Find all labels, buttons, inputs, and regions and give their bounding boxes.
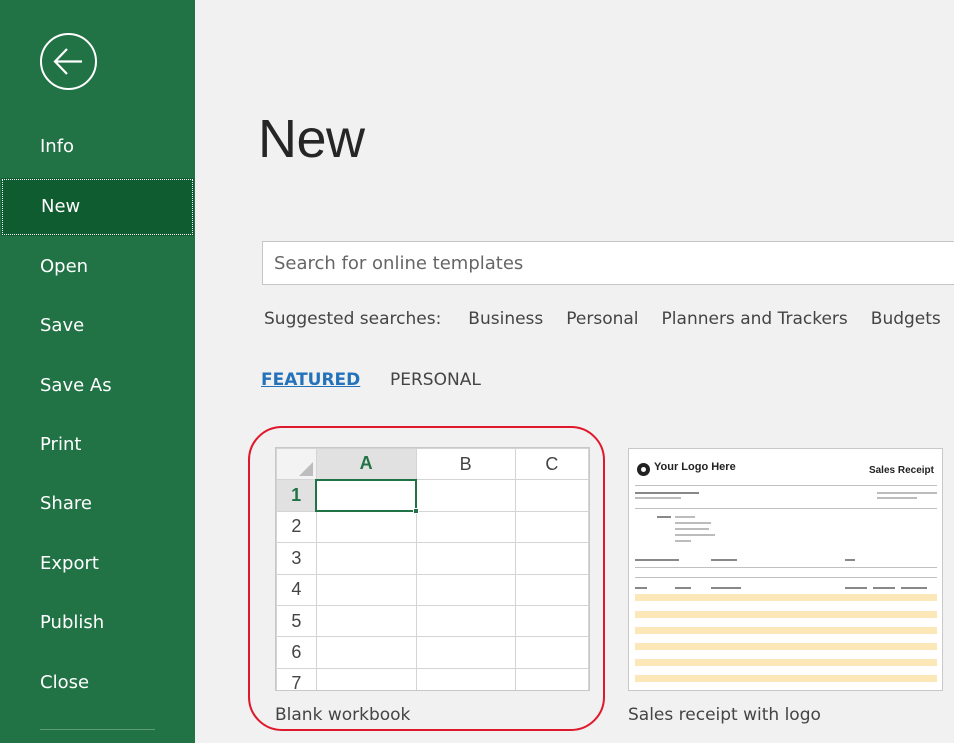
receipt-sold-to-label — [657, 516, 671, 518]
receipt-divider — [635, 485, 937, 486]
tab-featured[interactable]: FEATURED — [261, 370, 360, 390]
grid-cell — [514, 636, 589, 669]
grid-cell — [415, 636, 516, 669]
logo-icon — [637, 463, 650, 476]
grid-cell — [415, 667, 516, 690]
grid-cell — [315, 573, 417, 606]
suggested-link-budgets[interactable]: Budgets — [871, 309, 941, 329]
back-arrow-icon — [53, 48, 82, 75]
receipt-item-header — [675, 587, 691, 589]
receipt-line-total-header — [901, 587, 927, 589]
suggested-link-personal[interactable]: Personal — [566, 309, 638, 329]
column-header-a: A — [315, 448, 417, 481]
receipt-row-band — [635, 627, 937, 634]
receipt-address-line — [675, 534, 715, 536]
suggested-searches-label: Suggested searches: — [264, 309, 442, 329]
row-header-6: 6 — [276, 636, 317, 669]
grid-cell — [315, 636, 417, 669]
receipt-number — [877, 497, 917, 499]
receipt-row-band — [635, 594, 937, 601]
backstage-sidebar: Info New Open Save Save As Print Share E… — [0, 0, 195, 743]
nav-item-save-as[interactable]: Save As — [0, 357, 195, 415]
nav-item-share[interactable]: Share — [0, 475, 195, 533]
receipt-divider — [635, 567, 937, 568]
grid-cell — [415, 573, 516, 606]
row-header-1: 1 — [276, 479, 318, 512]
column-header-b: B — [415, 448, 516, 481]
grid-cell — [514, 542, 589, 575]
fill-handle — [413, 508, 420, 515]
nav-item-publish[interactable]: Publish — [0, 594, 195, 652]
receipt-unit-price-header — [845, 587, 867, 589]
receipt-divider — [635, 508, 937, 509]
select-all-corner — [276, 448, 317, 481]
receipt-row-band — [635, 611, 937, 618]
receipt-row-band — [635, 675, 937, 682]
tab-personal[interactable]: PERSONAL — [390, 370, 481, 390]
back-button[interactable] — [40, 33, 97, 90]
receipt-qty-header — [635, 587, 647, 589]
grid-cell — [415, 604, 516, 638]
suggested-searches: Suggested searches: Business Personal Plann… — [264, 309, 954, 329]
template-caption-blank-workbook[interactable]: Blank workbook — [275, 705, 410, 725]
row-header-3: 3 — [276, 542, 317, 575]
receipt-payment-method-label — [635, 559, 679, 561]
receipt-heading: Sales Receipt — [868, 465, 934, 476]
template-blank-workbook[interactable]: A B C 1 2 3 4 5 6 7 — [275, 447, 590, 691]
receipt-company-slogan — [635, 497, 681, 499]
suggested-link-planners-and-trackers[interactable]: Planners and Trackers — [662, 309, 848, 329]
grid-cell — [514, 510, 589, 544]
receipt-divider — [635, 577, 937, 578]
row-header-4: 4 — [276, 573, 317, 606]
suggested-link-business[interactable]: Business — [468, 309, 543, 329]
row-header-5: 5 — [276, 604, 317, 638]
grid-cell — [315, 667, 417, 690]
nav-item-open[interactable]: Open — [0, 238, 195, 296]
nav-item-save[interactable]: Save — [0, 297, 195, 355]
receipt-address-line — [675, 516, 695, 518]
nav-item-export[interactable]: Export — [0, 535, 195, 593]
template-caption-sales-receipt[interactable]: Sales receipt with logo — [628, 705, 821, 725]
grid-cell — [415, 510, 516, 544]
receipt-date — [877, 492, 937, 494]
grid-cell — [514, 604, 589, 638]
grid-cell — [415, 542, 516, 575]
grid-cell — [315, 542, 417, 575]
grid-cell — [514, 479, 589, 512]
receipt-check-no-label — [711, 559, 737, 561]
grid-cell — [315, 510, 417, 544]
receipt-row-band — [635, 659, 937, 666]
grid-cell — [514, 573, 589, 606]
nav-item-print[interactable]: Print — [0, 416, 195, 474]
receipt-job-label — [845, 559, 855, 561]
receipt-address-line — [675, 540, 691, 542]
receipt-address-line — [675, 522, 711, 524]
nav-item-info[interactable]: Info — [0, 118, 195, 176]
grid-cell — [514, 667, 589, 690]
receipt-row-band — [635, 643, 937, 650]
receipt-description-header — [711, 587, 741, 589]
grid-cell — [415, 479, 516, 512]
search-input[interactable] — [263, 242, 954, 284]
row-header-2: 2 — [276, 510, 317, 544]
grid-cell — [315, 604, 417, 638]
receipt-discount-header — [873, 587, 895, 589]
receipt-address-line — [675, 528, 709, 530]
nav-item-new[interactable]: New — [1, 178, 194, 236]
receipt-company-name — [635, 492, 699, 494]
nav-divider — [40, 729, 155, 730]
column-header-c: C — [514, 448, 589, 481]
receipt-logo-text: Your Logo Here — [654, 461, 736, 473]
page-title: New — [258, 109, 365, 169]
blank-workbook-grid: A B C 1 2 3 4 5 6 7 — [276, 448, 589, 690]
nav-item-close[interactable]: Close — [0, 654, 195, 712]
template-sales-receipt[interactable]: Your Logo Here Sales Receipt — [628, 448, 943, 691]
active-cell — [315, 478, 420, 515]
row-header-7: 7 — [276, 667, 317, 690]
search-box[interactable] — [262, 241, 954, 285]
